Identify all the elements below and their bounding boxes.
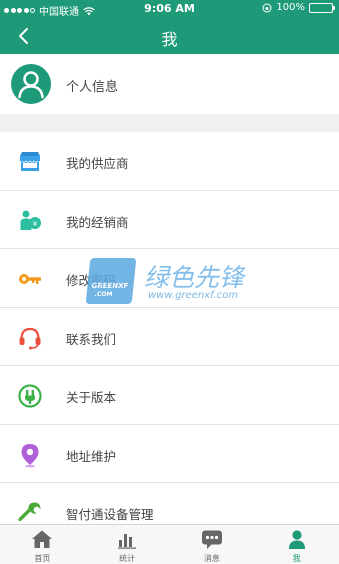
menu-item-suppliers[interactable]: 我的供应商 <box>0 132 339 191</box>
orientation-lock-icon <box>262 3 272 12</box>
menu-item-label: 地址维护 <box>66 448 117 464</box>
menu-item-label: 我的供应商 <box>66 156 129 171</box>
tab-messages[interactable]: 消息 <box>170 525 255 564</box>
person-icon <box>288 530 305 549</box>
profile-row[interactable]: 个人信息 <box>0 54 339 114</box>
menu-item-address[interactable]: 地址维护 <box>0 425 339 483</box>
version-icon <box>18 384 42 408</box>
wrench-icon <box>18 502 41 522</box>
location-pin-icon <box>21 443 39 467</box>
tab-bar: 首页 统计 消息 我 <box>0 524 339 564</box>
menu-item-about-version[interactable]: 关于版本 <box>0 366 339 425</box>
battery-icon <box>309 2 335 13</box>
menu-list: 我的供应商 ¥ 我的经销商 修改密码 联系我们 关于版本 地址维护 智付通设备管… <box>0 132 339 542</box>
tab-stats[interactable]: 统计 <box>85 525 170 564</box>
status-bar: 中国联通 9:06 AM 100% <box>0 0 339 18</box>
menu-item-label: 智付通设备管理 <box>66 507 154 522</box>
profile-label: 个人信息 <box>66 80 119 95</box>
menu-item-change-password[interactable]: 修改密码 <box>0 249 339 308</box>
stats-icon <box>118 534 137 549</box>
dealer-icon: ¥ <box>20 210 41 230</box>
menu-item-label: 修改密码 <box>66 273 117 288</box>
menu-item-label: 关于版本 <box>66 390 117 405</box>
store-icon <box>20 152 40 171</box>
headset-icon <box>19 327 41 349</box>
tab-me[interactable]: 我 <box>254 525 339 564</box>
menu-item-label: 我的经销商 <box>66 214 129 230</box>
nav-bar: 我 <box>0 18 339 54</box>
menu-item-contact-us[interactable]: 联系我们 <box>0 308 339 366</box>
home-icon <box>32 530 53 548</box>
battery-percent: 100% <box>276 2 305 13</box>
key-icon <box>19 274 41 284</box>
tab-home[interactable]: 首页 <box>0 525 85 564</box>
status-right: 100% <box>262 2 335 13</box>
tab-label: 消息 <box>203 554 220 563</box>
svg-text:¥: ¥ <box>33 220 38 228</box>
tab-label: 我 <box>292 554 301 563</box>
tab-label: 统计 <box>119 554 136 563</box>
message-icon <box>201 530 222 549</box>
tab-label: 首页 <box>34 554 51 563</box>
menu-item-dealers[interactable]: ¥ 我的经销商 <box>0 191 339 249</box>
menu-item-label: 联系我们 <box>66 331 117 347</box>
page-title: 我 <box>161 30 178 49</box>
avatar-icon <box>11 64 51 104</box>
